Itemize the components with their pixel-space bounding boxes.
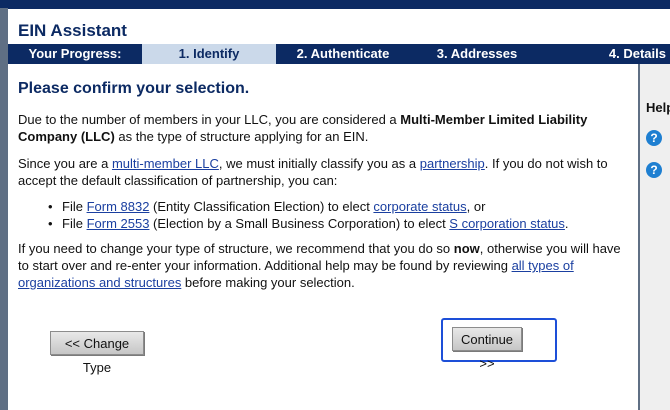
change-structure-paragraph: If you need to change your type of struc… — [18, 240, 628, 291]
classification-paragraph: Since you are a multi-member LLC, we mus… — [18, 155, 628, 189]
bullet-text: File — [62, 216, 87, 231]
corporate-status-link[interactable]: corporate status — [373, 199, 466, 214]
structure-text-after: as the type of structure applying for an… — [114, 129, 369, 144]
change-text-3: before making your selection. — [181, 275, 355, 290]
form-2553-link[interactable]: Form 2553 — [87, 216, 150, 231]
bullet-text: . — [564, 216, 569, 231]
progress-step-details-label: 4. Details — [608, 46, 666, 61]
bullet-text: (Election by a Small Business Corporatio… — [149, 216, 450, 231]
list-item: File Form 8832 (Entity Classification El… — [48, 198, 569, 215]
help-sidebar: Help ? ? — [638, 64, 670, 410]
structure-text-before: Due to the number of members in your LLC… — [18, 112, 401, 127]
bullet-text: , or — [466, 199, 486, 214]
form-8832-link[interactable]: Form 8832 — [87, 199, 150, 214]
bullet-text: (Entity Classification Election) to elec… — [149, 199, 374, 214]
s-corporation-status-link[interactable]: S corporation status — [449, 216, 565, 231]
structure-paragraph: Due to the number of members in your LLC… — [18, 111, 628, 145]
change-type-button[interactable]: << Change Type — [50, 331, 144, 375]
section-heading: Please confirm your selection. — [18, 80, 250, 97]
progress-step-details: 4. Details — [544, 44, 670, 64]
multi-member-llc-link[interactable]: multi-member LLC — [112, 156, 219, 171]
now-emphasis: now — [453, 241, 480, 256]
classification-text-1: Since you are a — [18, 156, 112, 171]
election-options-list: File Form 8832 (Entity Classification El… — [48, 198, 569, 232]
main-content: Please confirm your selection. Due to th… — [8, 64, 638, 410]
progress-label: Your Progress: — [28, 46, 122, 61]
progress-step-identify: 1. Identify — [142, 44, 276, 64]
title-bar: EIN Assistant — [8, 8, 670, 45]
help-label: Help — [646, 100, 670, 115]
page-title: EIN Assistant — [18, 21, 127, 40]
continue-button[interactable]: Continue >> — [452, 327, 522, 371]
progress-step-addresses: 3. Addresses — [436, 46, 518, 61]
progress-bar: Your Progress: 1. Identify 2. Authentica… — [8, 44, 670, 64]
progress-step-authenticate: 2. Authenticate — [296, 46, 390, 61]
bullet-text: File — [62, 199, 87, 214]
partnership-link[interactable]: partnership — [420, 156, 485, 171]
classification-text-2: , we must initially classify you as a — [218, 156, 420, 171]
change-text-1: If you need to change your type of struc… — [18, 241, 454, 256]
top-border — [0, 0, 670, 8]
help-question-icon[interactable]: ? — [646, 130, 662, 146]
left-frame — [0, 8, 8, 410]
help-question-icon[interactable]: ? — [646, 162, 662, 178]
continue-highlight: Continue >> — [441, 318, 557, 371]
list-item: File Form 2553 (Election by a Small Busi… — [48, 215, 569, 232]
